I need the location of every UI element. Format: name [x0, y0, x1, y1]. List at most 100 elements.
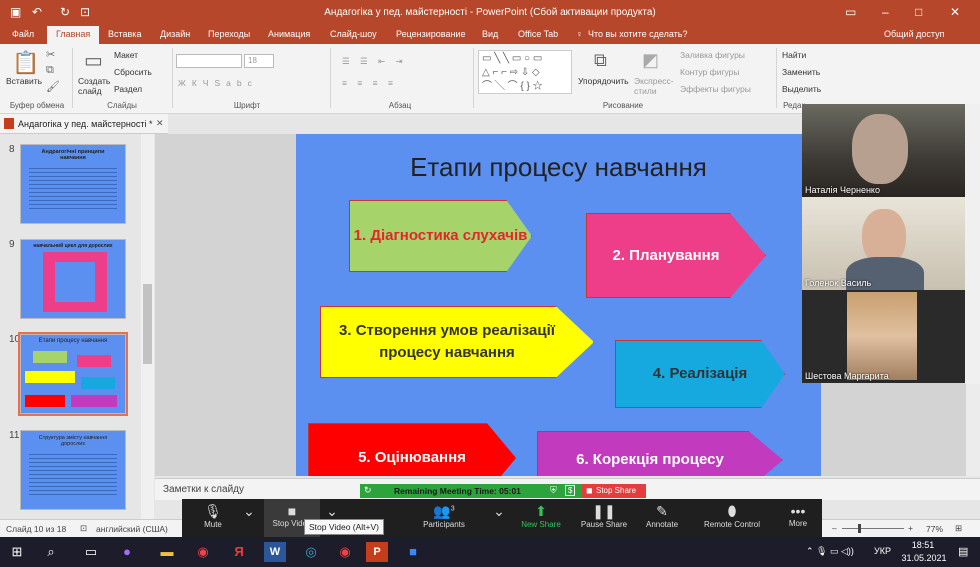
- font-name-field[interactable]: [176, 54, 242, 68]
- arrange-button[interactable]: Упорядочить: [578, 76, 629, 86]
- scroll-thumb[interactable]: [143, 284, 152, 364]
- yandex-browser-icon[interactable]: Я: [228, 542, 250, 562]
- annotate-button[interactable]: ✎ Annotate: [640, 499, 684, 537]
- section-button[interactable]: Раздел: [114, 84, 142, 94]
- font-format-buttons[interactable]: ЖКЧSabc: [178, 78, 258, 88]
- participant-video[interactable]: Наталія Черненко: [802, 104, 965, 197]
- tell-me-search[interactable]: Что вы хотите сделать?: [588, 29, 688, 39]
- zoom-level[interactable]: 77%: [926, 524, 943, 534]
- paste-icon[interactable]: 📋: [12, 50, 39, 76]
- tab-review[interactable]: Рецензирование: [396, 29, 466, 39]
- thumbnails-scrollbar[interactable]: [141, 134, 154, 520]
- new-share-button[interactable]: ⬆ New Share: [516, 499, 566, 537]
- tab-file[interactable]: Файл: [12, 29, 34, 39]
- tab-home[interactable]: Главная: [47, 26, 100, 44]
- thumbnail-slide-10[interactable]: Етапи процесу навчання: [18, 332, 128, 416]
- language[interactable]: английский (США): [96, 524, 168, 534]
- powerpoint-icon[interactable]: P: [366, 542, 388, 562]
- fit-slide-icon[interactable]: ⊞: [955, 523, 962, 534]
- reset-button[interactable]: Сбросить: [114, 67, 152, 77]
- input-language[interactable]: УКР: [874, 546, 891, 556]
- zoom-slider-handle[interactable]: [858, 524, 861, 533]
- tab-animation[interactable]: Анимация: [268, 29, 310, 39]
- edge-icon[interactable]: ◎: [300, 542, 322, 562]
- file-explorer-icon[interactable]: ▬: [156, 542, 178, 562]
- shape-effects-button[interactable]: Эффекты фигуры: [680, 84, 751, 94]
- list-buttons[interactable]: ☰ ☰ ⇤ ⇥: [342, 56, 407, 67]
- layout-button[interactable]: Макет: [114, 50, 138, 60]
- more-button[interactable]: ••• More: [778, 499, 818, 537]
- minimize-icon[interactable]: –: [882, 5, 889, 19]
- select-button[interactable]: Выделить: [782, 84, 821, 94]
- maximize-icon[interactable]: □: [915, 5, 922, 19]
- system-tray-icons[interactable]: ⌃ 🎙 ▭ ◁)): [806, 546, 854, 557]
- search-icon[interactable]: ⌕: [40, 542, 62, 562]
- share-button[interactable]: Общий доступ: [884, 29, 944, 39]
- participant-name: Голенок Василь: [805, 278, 872, 288]
- tab-office-tab[interactable]: Office Tab: [518, 29, 558, 39]
- clock-date[interactable]: 31.05.2021: [898, 553, 950, 563]
- stage-6-correction[interactable]: 6. Корекція процесу: [537, 431, 783, 476]
- ribbon-display-icon[interactable]: ▭: [845, 5, 856, 19]
- find-button[interactable]: Найти: [782, 50, 806, 60]
- task-view-icon[interactable]: ▭: [80, 542, 102, 562]
- cut-icon[interactable]: ✂: [46, 48, 55, 61]
- align-buttons[interactable]: ≡ ≡ ≡ ≡: [342, 78, 397, 88]
- shape-outline-button[interactable]: Контур фигуры: [680, 67, 739, 77]
- stage-4-implementation[interactable]: 4. Реалізація: [615, 340, 785, 408]
- video-panel-scrollbar[interactable]: [965, 104, 980, 384]
- slide-title[interactable]: Етапи процесу навчання: [296, 152, 821, 183]
- format-painter-icon[interactable]: 🖌: [46, 80, 60, 93]
- slide-canvas[interactable]: Етапи процесу навчання 1. Діагностика сл…: [296, 134, 821, 476]
- shape-fill-button[interactable]: Заливка фигуры: [680, 50, 745, 60]
- participants-button[interactable]: 👥3 Participants: [410, 499, 478, 537]
- tab-design[interactable]: Дизайн: [160, 29, 190, 39]
- spellcheck-icon[interactable]: ⊡: [80, 523, 87, 534]
- tab-transitions[interactable]: Переходы: [208, 29, 250, 39]
- thumbnail-slide-11[interactable]: Структура змісту навчання дорослих: [20, 430, 126, 510]
- shapes-gallery[interactable]: ▭ ╲ ╲ ▭ ○ ▭ △ ⌐ ⌐ ⇨ ⇩ ◇ ⌒ ╲ ⌒ { } ☆: [478, 50, 572, 94]
- close-tab-icon[interactable]: ✕: [156, 118, 164, 129]
- chrome-icon-2[interactable]: ◉: [334, 542, 356, 562]
- participant-figure: [852, 114, 908, 184]
- paste-button[interactable]: Вставить: [6, 76, 42, 86]
- windows-start-icon[interactable]: ⊞: [6, 542, 28, 562]
- document-tab[interactable]: Андагогіка у пед. майстерності * ✕: [0, 114, 168, 134]
- pause-share-button[interactable]: ❚❚ Pause Share: [576, 499, 632, 537]
- participants-caret[interactable]: ⌄: [492, 499, 506, 537]
- stage-1-diagnostics[interactable]: 1. Діагностика слухачів: [349, 200, 532, 272]
- tab-insert[interactable]: Вставка: [108, 29, 141, 39]
- stage-2-planning[interactable]: 2. Планування: [586, 213, 766, 298]
- zoom-out-icon[interactable]: –: [832, 523, 837, 533]
- replace-button[interactable]: Заменить: [782, 67, 820, 77]
- zoom-app-icon[interactable]: ■: [402, 542, 424, 562]
- stage-5-evaluation[interactable]: 5. Оцінювання: [308, 423, 516, 476]
- mute-button[interactable]: 🎙 Mute: [190, 499, 236, 537]
- new-slide-button[interactable]: Создать слайд: [78, 76, 112, 96]
- close-icon[interactable]: ✕: [950, 5, 960, 19]
- clock-time[interactable]: 18:51: [903, 540, 943, 550]
- stage-3-conditions[interactable]: 3. Створення умов реалізації процесу нав…: [320, 306, 594, 378]
- quick-styles-button[interactable]: Экспресс-стили: [634, 76, 678, 96]
- remote-control-button[interactable]: ⬮ Remote Control: [694, 499, 770, 537]
- quick-styles-icon[interactable]: ◩: [642, 50, 659, 71]
- new-slide-icon[interactable]: ▭: [84, 48, 103, 73]
- alice-assistant-icon[interactable]: ●: [116, 542, 138, 562]
- stop-share-button[interactable]: ◼ Stop Share: [582, 484, 646, 498]
- participant-video[interactable]: Голенок Василь: [802, 197, 965, 290]
- font-size-field[interactable]: 18: [244, 54, 274, 68]
- zoom-in-icon[interactable]: +: [908, 523, 913, 533]
- word-icon[interactable]: W: [264, 542, 286, 562]
- taskbar: ⊞ ⌕ ▭ ● ▬ ◉ Я W ◎ ◉ P ■ ⌃ 🎙 ▭ ◁)) УКР 18…: [0, 537, 980, 567]
- zoom-slider[interactable]: [842, 528, 904, 529]
- tab-slideshow[interactable]: Слайд-шоу: [330, 29, 377, 39]
- thumbnail-slide-9[interactable]: навчальний цикл для дорослих: [20, 239, 126, 319]
- audio-options-caret[interactable]: ⌄: [242, 499, 256, 537]
- tab-view[interactable]: Вид: [482, 29, 498, 39]
- notifications-icon[interactable]: ▤: [958, 545, 968, 558]
- thumbnail-slide-8[interactable]: Андрагогічні принципи навчання: [20, 144, 126, 224]
- chrome-icon[interactable]: ◉: [192, 542, 214, 562]
- arrange-icon[interactable]: ⧉: [594, 50, 607, 71]
- copy-icon[interactable]: ⧉: [46, 64, 54, 77]
- participant-video[interactable]: Шестова Маргарита: [802, 290, 965, 383]
